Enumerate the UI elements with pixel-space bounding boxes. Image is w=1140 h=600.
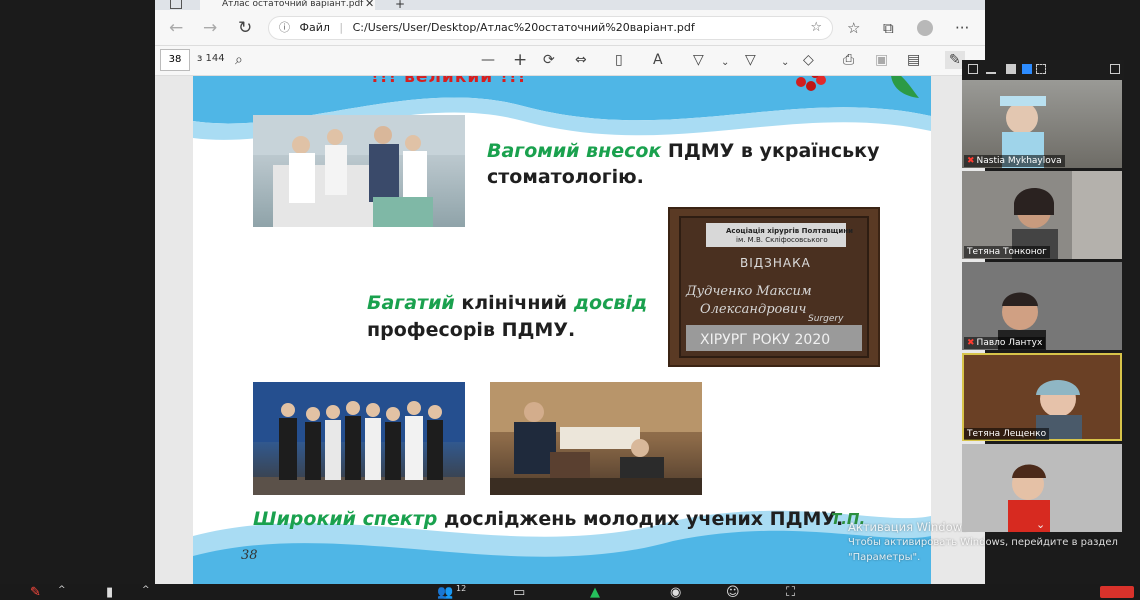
chevron-up-icon[interactable]: ^ xyxy=(58,585,66,595)
address-bar-row: ← → ↻ ⓘ Файл | C:/Users/User/Desktop/Атл… xyxy=(155,10,985,46)
url-text: C:/Users/User/Desktop/Атлас%20остаточний… xyxy=(352,21,695,34)
chevron-down-icon[interactable]: ⌄ xyxy=(781,54,789,72)
chevron-up-icon[interactable]: ^ xyxy=(142,585,150,595)
save-icon[interactable]: ▣ xyxy=(875,51,888,69)
highlight-icon[interactable]: ▽ xyxy=(745,51,756,69)
strip-view-icon[interactable] xyxy=(1022,64,1032,74)
share-screen-icon[interactable]: ▲ xyxy=(590,585,600,600)
award-badge: Surgery xyxy=(808,314,844,324)
slide-line-2b: професорів ПДМУ. xyxy=(367,319,576,341)
more-icon[interactable]: ··· xyxy=(955,19,969,37)
collapse-icon[interactable] xyxy=(986,64,996,74)
favorites-star-icon[interactable]: ☆ xyxy=(847,19,860,37)
print-icon[interactable]: ⎙ xyxy=(843,51,854,69)
award-assoc: Асоціація хірургів Полтавщини xyxy=(726,227,853,235)
apps-icon[interactable]: ⛶ xyxy=(786,585,795,600)
browser-window: Атлас остаточний варіант.pdf ✕ + ← → ↻ ⓘ… xyxy=(155,0,985,584)
participant-tile[interactable]: ⌄ xyxy=(962,444,1122,532)
record-icon[interactable]: ◉ xyxy=(670,585,681,600)
draw-icon[interactable]: ▽ xyxy=(693,51,704,69)
participant-tile[interactable]: Тетяна Тонконог xyxy=(962,171,1122,259)
award-assoc-2: ім. М.В. Скліфосовського xyxy=(736,236,828,244)
address-input[interactable]: ⓘ Файл | C:/Users/User/Desktop/Атлас%20о… xyxy=(268,16,833,40)
reactions-icon[interactable]: ☺ xyxy=(726,585,740,600)
page-total: з 144 xyxy=(197,53,225,64)
award-name-2: Олександрович xyxy=(700,302,806,317)
chat-icon[interactable]: ▭ xyxy=(513,585,525,600)
collections-icon[interactable]: ⧉ xyxy=(883,19,894,37)
page-view-icon[interactable]: ▯ xyxy=(615,51,623,69)
participant-name-label: ✖ Nastia Mykhaylova xyxy=(964,155,1065,167)
search-icon[interactable]: ⌕ xyxy=(235,51,243,69)
slide-line-1: Вагомий внесок ПДМУ в українську xyxy=(487,140,880,162)
speaker-view-icon[interactable] xyxy=(1006,64,1016,74)
erase-icon[interactable]: ◇ xyxy=(803,51,814,69)
participant-tile-active-speaker[interactable]: Тетяна Лещенко xyxy=(962,353,1122,441)
viburnum-berries-decoration xyxy=(796,76,919,98)
group-photo xyxy=(253,382,465,495)
slide-line-1b: стоматологію. xyxy=(487,166,644,188)
profile-avatar-icon[interactable] xyxy=(917,20,933,36)
info-icon[interactable]: ⓘ xyxy=(279,21,290,34)
zoom-out-button[interactable]: — xyxy=(481,51,495,69)
read-aloud-icon[interactable]: A xyxy=(653,51,663,69)
close-icon[interactable]: ✕ xyxy=(365,0,374,10)
zoom-toolbar: ✎ ^ ▮ ^ 👥 12 ▭ ▲ ◉ ☺ ⛶ xyxy=(0,584,1140,600)
participants-icon[interactable]: 👥 xyxy=(437,585,453,600)
end-meeting-button[interactable] xyxy=(1100,586,1134,598)
pdf-tab[interactable]: Атлас остаточний варіант.pdf xyxy=(200,0,375,10)
page-number-input[interactable]: 38 xyxy=(160,49,190,71)
tab-title: Атлас остаточний варіант.pdf xyxy=(222,0,364,9)
chevron-down-icon[interactable]: ⌄ xyxy=(1036,518,1045,531)
exit-full-screen-icon[interactable] xyxy=(1110,64,1120,74)
muted-mic-icon: ✖ xyxy=(967,338,975,348)
participant-name-label: ✖ Павло Лантух xyxy=(964,337,1046,349)
pdf-page: !!! великий !!! Вагомий внесок ПДМУ в ук… xyxy=(193,76,931,584)
rotate-icon[interactable]: ⟳ xyxy=(543,51,555,69)
award-name-1: Дудченко Максим xyxy=(685,284,812,299)
minimize-icon[interactable] xyxy=(968,64,978,74)
participants-count: 12 xyxy=(456,584,467,593)
tab-bar: Атлас остаточний варіант.pdf ✕ + xyxy=(155,0,985,11)
muted-mic-icon[interactable]: ✎ xyxy=(30,585,41,600)
fit-page-icon[interactable]: ⇔ xyxy=(575,51,587,69)
screen: Атлас остаточний варіант.pdf ✕ + ← → ↻ ⓘ… xyxy=(0,0,1140,600)
participant-name-label: Тетяна Лещенко xyxy=(964,428,1050,440)
muted-mic-icon: ✖ xyxy=(967,156,975,166)
award-title: ВІДЗНАКА xyxy=(740,256,811,270)
video-camera-icon[interactable]: ▮ xyxy=(106,585,113,600)
participant-name-label: Тетяна Тонконог xyxy=(964,246,1050,258)
slide-line-3: Широкий спектр досліджень молодих учених… xyxy=(253,508,844,530)
participant-tile[interactable]: ✖ Павло Лантух xyxy=(962,262,1122,350)
forward-arrow-icon[interactable]: → xyxy=(203,19,217,37)
add-favorite-icon[interactable]: ☆ xyxy=(810,17,822,39)
slide-line-2: Багатий клінічний досвід xyxy=(367,292,648,314)
save-as-icon[interactable]: ▤ xyxy=(907,51,920,69)
award-bottom: ХІРУРГ РОКУ 2020 xyxy=(700,332,830,348)
pdf-toolbar: 38 з 144 ⌕ — + ⟳ ⇔ ▯ A ▽ ⌄ ▽ ⌄ ◇ ⎙ ▣ ▤ ✎ xyxy=(155,46,985,76)
grid-view-icon[interactable] xyxy=(1036,64,1046,74)
participant-tile[interactable]: ✖ Nastia Mykhaylova xyxy=(962,80,1122,168)
lecture-photo xyxy=(490,382,702,495)
award-plaque-photo: Асоціація хірургів Полтавщини ім. М.В. С… xyxy=(668,207,880,367)
tab-actions-icon[interactable] xyxy=(170,0,182,9)
chevron-down-icon[interactable]: ⌄ xyxy=(721,54,729,72)
slide-header-text: !!! великий !!! xyxy=(371,76,527,87)
gallery-header xyxy=(962,60,1124,80)
separator: | xyxy=(339,21,344,34)
dentistry-photo xyxy=(253,115,465,227)
slide-page-number: 38 xyxy=(241,548,258,563)
back-arrow-icon[interactable]: ← xyxy=(169,19,183,37)
file-label: Файл xyxy=(299,21,330,34)
zoom-in-button[interactable]: + xyxy=(513,51,527,69)
pdf-viewer[interactable]: !!! великий !!! Вагомий внесок ПДМУ в ук… xyxy=(155,76,985,584)
refresh-icon[interactable]: ↻ xyxy=(238,19,252,37)
